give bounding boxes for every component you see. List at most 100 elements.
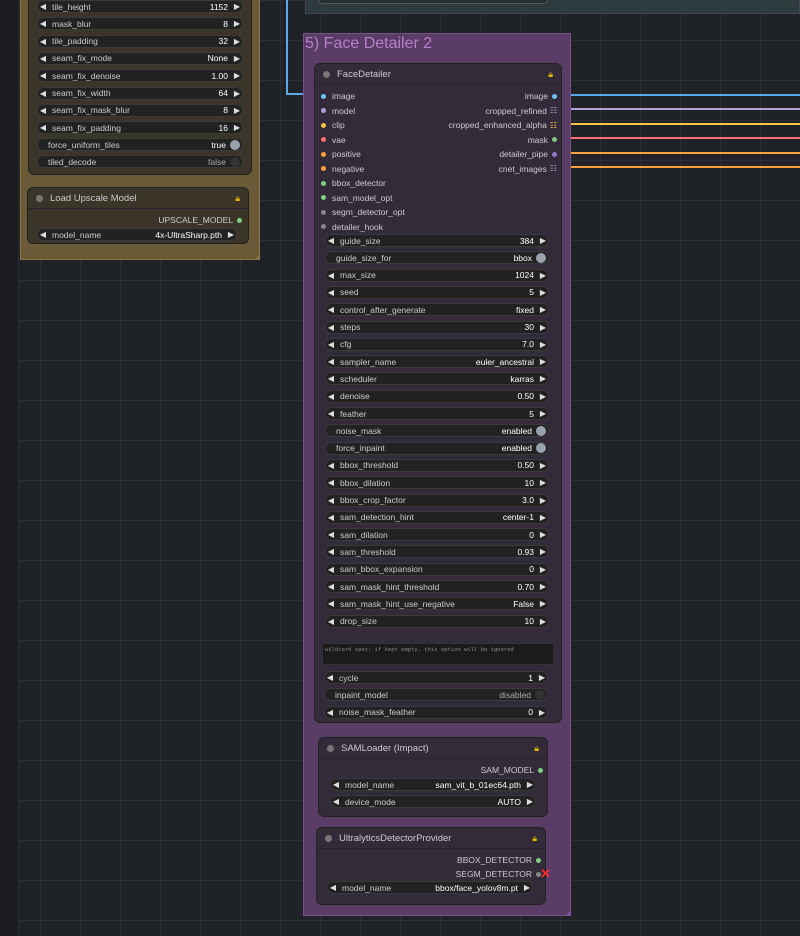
arrow-left-icon[interactable]: ◀	[38, 37, 48, 46]
arrow-right-icon[interactable]: ▶	[538, 288, 548, 297]
widget-drop-size[interactable]: ◀ drop_size 10 ▶	[325, 614, 549, 628]
widget-tiled-decode[interactable]: tiled_decode false	[37, 155, 243, 168]
arrow-right-icon[interactable]: ▶	[538, 392, 548, 401]
arrow-right-icon[interactable]: ▶	[538, 582, 548, 591]
output-cropped-refined[interactable]: cropped_refined ☷	[485, 106, 557, 116]
arrow-left-icon[interactable]: ◀	[326, 374, 336, 383]
output-dot-icon[interactable]	[552, 93, 557, 99]
sam-loader-node[interactable]: SAMLoader (Impact) 🔒︎ SAM_MODEL ◀ model_n…	[318, 737, 548, 817]
arrow-left-icon[interactable]: ◀	[326, 599, 336, 608]
arrow-left-icon[interactable]: ◀	[326, 582, 336, 591]
widget-sam-threshold[interactable]: ◀ sam_threshold 0.93 ▶	[325, 545, 549, 559]
load-upscale-model-node[interactable]: Load Upscale Model 🔒︎ UPSCALE_MODEL ◀ mo…	[27, 187, 249, 244]
arrow-right-icon[interactable]: ▶	[538, 409, 548, 418]
arrow-right-icon[interactable]: ▶	[232, 37, 242, 46]
node-header[interactable]: FaceDetailer 🔒︎	[315, 64, 561, 85]
widget-sam-mask-hint-use-negative[interactable]: ◀ sam_mask_hint_use_negative False ▶	[325, 597, 549, 611]
input-dot-icon[interactable]	[321, 108, 326, 113]
arrow-left-icon[interactable]: ◀	[326, 547, 336, 556]
arrow-right-icon[interactable]: ▶	[538, 547, 548, 556]
widget-bbox-crop-factor[interactable]: ◀ bbox_crop_factor 3.0 ▶	[325, 493, 549, 507]
arrow-right-icon[interactable]: ▶	[537, 673, 547, 682]
sam-model-output[interactable]: SAM_MODEL	[481, 765, 543, 775]
arrow-right-icon[interactable]: ▶	[538, 340, 548, 349]
widget-seam-fix-denoise[interactable]: ◀ seam_fix_denoise 1.00 ▶	[37, 69, 243, 83]
input-sam-model-opt[interactable]: sam_model_opt	[321, 193, 392, 203]
widget-mask-blur[interactable]: ◀ mask_blur 8 ▶	[37, 17, 243, 31]
arrow-right-icon[interactable]: ▶	[232, 106, 242, 115]
widget-bbox-threshold[interactable]: ◀ bbox_threshold 0.50 ▶	[325, 458, 549, 472]
input-dot-icon[interactable]	[321, 166, 326, 171]
arrow-left-icon[interactable]: ◀	[325, 673, 335, 682]
arrow-left-icon[interactable]: ◀	[38, 123, 48, 132]
arrow-right-icon[interactable]: ▶	[232, 89, 242, 98]
node-header[interactable]: UltralyticsDetectorProvider 🔒︎	[317, 828, 545, 849]
widget-cycle[interactable]: ◀ cycle 1 ▶	[324, 671, 548, 684]
bbox-detector-output[interactable]: BBOX_DETECTOR	[457, 855, 541, 865]
collapse-dot-icon[interactable]	[327, 744, 334, 752]
widget-tile-padding[interactable]: ◀ tile_padding 32 ▶	[37, 34, 243, 48]
widget-feather[interactable]: ◀ feather 5 ▶	[325, 407, 549, 420]
toggle-knob-icon[interactable]	[230, 156, 240, 167]
arrow-left-icon[interactable]: ◀	[326, 496, 336, 505]
node-header[interactable]: Load Upscale Model 🔒︎	[28, 188, 248, 209]
output-dot-icon[interactable]	[552, 137, 557, 142]
arrow-right-icon[interactable]: ▶	[226, 230, 236, 239]
output-cnet-images[interactable]: cnet_images ☷	[499, 164, 557, 174]
disconnect-x-icon[interactable]: ✕	[540, 866, 551, 882]
output-dot-icon[interactable]	[538, 767, 543, 773]
arrow-left-icon[interactable]: ◀	[331, 780, 341, 789]
widget-noise-mask[interactable]: noise_mask enabled	[325, 424, 549, 438]
lock-icon[interactable]: 🔒︎	[534, 743, 539, 754]
arrow-left-icon[interactable]: ◀	[326, 357, 336, 366]
widget-seam-fix-mode[interactable]: ◀ seam_fix_mode None ▶	[37, 51, 243, 65]
input-dot-icon[interactable]	[321, 180, 326, 186]
collapse-dot-icon[interactable]	[323, 70, 330, 78]
arrow-right-icon[interactable]: ▶	[232, 19, 242, 28]
widget-sampler-name[interactable]: ◀ sampler_name euler_ancestral ▶	[325, 355, 549, 369]
input-dot-icon[interactable]	[321, 224, 326, 229]
arrow-right-icon[interactable]: ▶	[538, 513, 548, 522]
input-model[interactable]: model	[321, 106, 355, 116]
model-name-widget[interactable]: ◀ model_name 4x-UltraSharp.pth ▶	[37, 228, 237, 241]
lock-icon[interactable]: 🔒︎	[235, 193, 240, 204]
lock-icon[interactable]: 🔒︎	[532, 833, 537, 844]
input-segm-detector-opt[interactable]: segm_detector_opt	[321, 207, 405, 217]
input-dot-icon[interactable]	[321, 93, 326, 99]
arrow-right-icon[interactable]: ▶	[538, 323, 548, 332]
output-image[interactable]: image	[525, 91, 557, 101]
list-output-icon[interactable]: ☷	[550, 121, 557, 130]
collapse-dot-icon[interactable]	[325, 834, 332, 842]
widget-denoise[interactable]: ◀ denoise 0.50 ▶	[325, 389, 549, 403]
widget-sam-detection-hint[interactable]: ◀ sam_detection_hint center-1 ▶	[325, 510, 549, 524]
arrow-right-icon[interactable]: ▶	[538, 374, 548, 383]
arrow-left-icon[interactable]: ◀	[326, 392, 336, 401]
widget-force-inpaint[interactable]: force_inpaint enabled	[325, 441, 549, 455]
arrow-left-icon[interactable]: ◀	[326, 565, 336, 574]
toggle-knob-icon[interactable]	[536, 443, 546, 454]
input-bbox-detector[interactable]: bbox_detector	[321, 178, 386, 188]
input-detailer-hook[interactable]: detailer_hook	[321, 222, 383, 232]
arrow-left-icon[interactable]: ◀	[326, 461, 336, 470]
input-negative[interactable]: negative	[321, 164, 364, 174]
upscale-model-output[interactable]: UPSCALE_MODEL	[158, 215, 242, 225]
face-detailer-node[interactable]: FaceDetailer 🔒︎ image model clip vae positiv…	[314, 63, 562, 723]
arrow-left-icon[interactable]: ◀	[326, 340, 336, 349]
arrow-right-icon[interactable]: ▶	[538, 599, 548, 608]
output-dot-icon[interactable]	[237, 217, 242, 223]
widget-steps[interactable]: ◀ steps 30 ▶	[325, 320, 549, 334]
widget-sam-mask-hint-threshold[interactable]: ◀ sam_mask_hint_threshold 0.70 ▶	[325, 580, 549, 593]
lock-icon[interactable]: 🔒︎	[548, 69, 553, 80]
arrow-right-icon[interactable]: ▶	[525, 780, 535, 789]
arrow-left-icon[interactable]: ◀	[325, 708, 335, 717]
toggle-knob-icon[interactable]	[536, 425, 546, 436]
arrow-left-icon[interactable]: ◀	[38, 106, 48, 115]
output-mask[interactable]: mask	[528, 135, 557, 145]
widget-sam-bbox-expansion[interactable]: ◀ sam_bbox_expansion 0 ▶	[325, 562, 549, 576]
input-clip[interactable]: clip	[321, 120, 345, 130]
arrow-left-icon[interactable]: ◀	[326, 617, 336, 626]
arrow-left-icon[interactable]: ◀	[328, 883, 338, 892]
output-cropped-enhanced-alpha[interactable]: cropped_enhanced_alpha ☷	[449, 120, 557, 130]
input-dot-icon[interactable]	[321, 137, 326, 142]
wildcard-textarea[interactable]: wildcard spec: if kept empty, this optio…	[322, 643, 554, 665]
